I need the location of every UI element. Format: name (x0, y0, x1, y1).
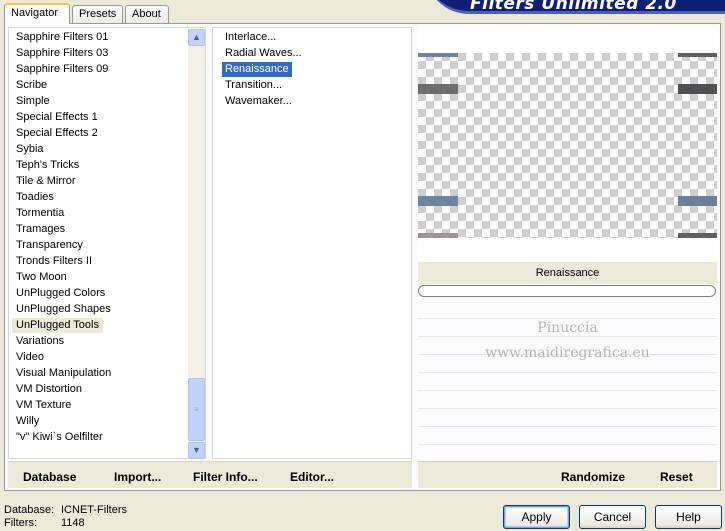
filter-item[interactable]: Renaissance (222, 62, 292, 77)
preview-image (418, 53, 717, 238)
category-item[interactable]: Video (12, 350, 48, 365)
filter-list[interactable]: Interlace... Radial Waves... Renaissance Tr… (212, 27, 412, 459)
filter-info-button[interactable]: Filter Info... (193, 470, 258, 484)
database-button[interactable]: Database (23, 470, 76, 484)
category-item[interactable]: Tile & Mirror (12, 174, 79, 189)
category-item[interactable]: Tramages (12, 222, 69, 237)
category-item[interactable]: Sapphire Filters 09 (12, 62, 112, 77)
category-item[interactable]: Toadies (12, 190, 58, 205)
category-item[interactable]: Special Effects 2 (12, 126, 102, 141)
category-item[interactable]: Sybia (12, 142, 48, 157)
database-value: ICNET-Filters (61, 504, 127, 516)
editor-button[interactable]: Editor... (290, 470, 334, 484)
category-item[interactable]: Special Effects 1 (12, 110, 102, 125)
filter-item[interactable]: Transition... (222, 78, 285, 93)
category-item[interactable]: Variations (12, 334, 68, 349)
preview-bar (678, 196, 717, 206)
category-item[interactable]: Tormentia (12, 206, 68, 221)
preview-bar (418, 196, 458, 206)
divider (418, 336, 717, 337)
divider (418, 444, 717, 445)
divider (418, 390, 717, 391)
watermark-name: Pinuccia (537, 320, 598, 336)
filters-label: Filters: (4, 517, 37, 529)
preview-bar (678, 53, 717, 57)
scroll-up-button[interactable]: ▲ (188, 29, 205, 46)
filter-item[interactable]: Radial Waves... (222, 46, 305, 61)
preview-bar (418, 53, 458, 57)
left-button-strip: Database Import... Filter Info... Editor… (8, 461, 412, 488)
scroll-thumb[interactable]: ≡ (188, 378, 205, 441)
progress-bar (418, 285, 716, 297)
reset-button[interactable]: Reset (660, 470, 693, 484)
category-list[interactable]: Sapphire Filters 01 Sapphire Filters 03 Sa… (8, 27, 206, 459)
category-item[interactable]: VM Texture (12, 398, 75, 413)
category-item[interactable]: Simple (12, 94, 54, 109)
category-item[interactable]: VM Distortion (12, 382, 86, 397)
tab-presets[interactable]: Presets (72, 5, 123, 23)
watermark-url: www.maidiregrafica.eu (485, 345, 650, 361)
tab-about[interactable]: About (125, 5, 169, 23)
randomize-button[interactable]: Randomize (561, 470, 625, 484)
category-item[interactable]: UnPlugged Tools (12, 318, 103, 333)
category-item[interactable]: Willy (12, 414, 43, 429)
filters-status: Filters: 1148 (4, 517, 85, 529)
category-item[interactable]: "v" Kiwi`s Oelfilter (12, 430, 107, 445)
cancel-button[interactable]: Cancel (579, 505, 646, 529)
filters-count: 1148 (61, 517, 85, 529)
divider (418, 318, 717, 319)
database-label: Database: (4, 504, 55, 516)
category-scrollbar[interactable]: ▲ ≡ ▼ (188, 29, 205, 459)
category-item[interactable]: Transparency (12, 238, 87, 253)
preview-bar (678, 84, 717, 94)
divider (418, 426, 717, 427)
preview-bar (418, 84, 458, 94)
right-button-strip: Randomize Reset (418, 461, 717, 488)
apply-button[interactable]: Apply (503, 505, 570, 529)
category-item[interactable]: Visual Manipulation (12, 366, 115, 381)
scroll-down-button[interactable]: ▼ (188, 442, 205, 459)
tab-navigator[interactable]: Navigator (4, 3, 70, 24)
filter-item[interactable]: Interlace... (222, 30, 279, 45)
filter-item[interactable]: Wavemaker... (222, 94, 295, 109)
preview-bar (678, 233, 717, 238)
category-item[interactable]: Tronds Filters II (12, 254, 96, 269)
category-item[interactable]: UnPlugged Shapes (12, 302, 115, 317)
category-item[interactable]: Sapphire Filters 03 (12, 46, 112, 61)
database-status: Database: ICNET-Filters (4, 504, 127, 516)
preview-bar (418, 233, 458, 238)
help-button[interactable]: Help (655, 505, 722, 529)
app-title: Filters Unlimited 2.0 (470, 0, 677, 14)
filter-name-label: Renaissance (418, 262, 717, 284)
divider (418, 372, 717, 373)
category-item[interactable]: UnPlugged Colors (12, 286, 109, 301)
category-item[interactable]: Two Moon (12, 270, 71, 285)
category-item[interactable]: Scribe (12, 78, 51, 93)
category-item[interactable]: Sapphire Filters 01 (12, 30, 112, 45)
divider (418, 408, 717, 409)
import-button[interactable]: Import... (114, 470, 161, 484)
category-item[interactable]: Teph's Tricks (12, 158, 83, 173)
